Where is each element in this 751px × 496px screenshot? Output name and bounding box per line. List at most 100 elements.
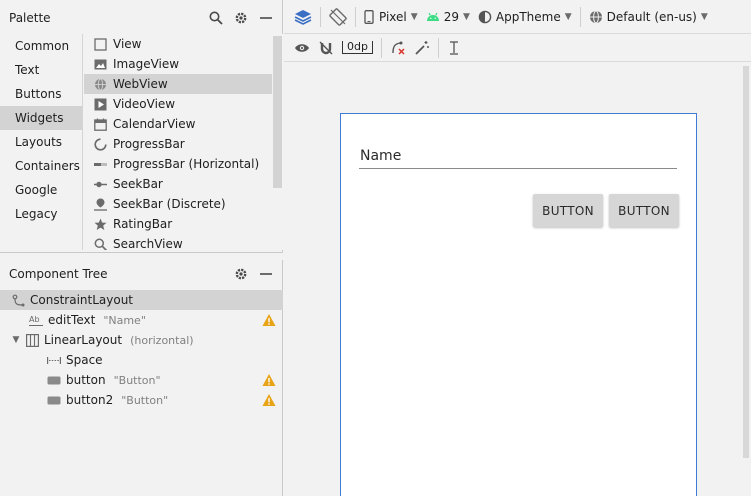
default-margin-value: 0dp	[342, 41, 373, 54]
palette-item-progressbar-horizontal[interactable]: ProgressBar (Horizontal)	[84, 154, 272, 174]
infer-constraints-button[interactable]	[410, 36, 434, 60]
toolbar-separator	[320, 6, 321, 27]
gear-icon[interactable]	[233, 266, 249, 282]
autoconnect-button[interactable]	[314, 36, 338, 60]
tree-node-label: editText	[48, 313, 96, 327]
tree-node-hint: "Name"	[103, 313, 146, 327]
tree-node-button2[interactable]: button2 "Button"	[0, 390, 283, 410]
api-level-selector[interactable]: 29 ▼	[422, 5, 474, 29]
video-icon	[93, 97, 107, 111]
guideline-icon	[449, 40, 458, 55]
view-icon	[93, 37, 107, 51]
left-panel: Palette Common Text Buttons Widgets Layo…	[0, 0, 283, 496]
palette-item-imageview[interactable]: ImageView	[84, 54, 272, 74]
globe-icon	[93, 77, 107, 91]
layers-icon	[294, 9, 312, 25]
category-buttons[interactable]: Buttons	[0, 82, 82, 106]
tree-node-constraintlayout[interactable]: ConstraintLayout	[0, 290, 283, 310]
name-edittext[interactable]: Name	[359, 147, 677, 169]
category-text[interactable]: Text	[0, 58, 82, 82]
category-containers[interactable]: Containers	[0, 154, 82, 178]
api-level-label: 29	[443, 9, 459, 24]
globe-icon	[589, 10, 602, 23]
category-layouts[interactable]: Layouts	[0, 130, 82, 154]
warning-icon[interactable]	[262, 393, 276, 407]
palette-item-searchview[interactable]: SearchView	[84, 234, 272, 250]
panel-divider[interactable]	[0, 252, 283, 260]
tree-node-button[interactable]: button "Button"	[0, 370, 283, 390]
chevron-down-icon: ▼	[700, 11, 708, 22]
palette-item-seekbar-discrete[interactable]: SeekBar (Discrete)	[84, 194, 272, 214]
constraint-layout-icon	[11, 293, 25, 307]
toolbar-separator	[355, 6, 356, 27]
star-icon	[93, 217, 107, 231]
component-tree-header: Component Tree	[0, 260, 283, 288]
button-icon	[47, 393, 61, 407]
palette-item-label: RatingBar	[113, 217, 173, 231]
warning-icon[interactable]	[262, 373, 276, 387]
palette-item-webview[interactable]: WebView	[84, 74, 272, 94]
search-icon[interactable]	[208, 10, 224, 26]
palette-item-label: CalendarView	[113, 117, 196, 131]
palette-item-calendarview[interactable]: CalendarView	[84, 114, 272, 134]
button-icon	[47, 373, 61, 387]
palette-item-seekbar[interactable]: SeekBar	[84, 174, 272, 194]
palette-item-videoview[interactable]: VideoView	[84, 94, 272, 114]
chevron-down-icon: ▼	[462, 11, 470, 22]
tree-node-hint: "Button"	[113, 373, 161, 387]
locale-selector[interactable]: Default (en-us) ▼	[585, 5, 712, 29]
tree-node-edittext[interactable]: Ab editText "Name"	[0, 310, 283, 330]
device-label: Pixel	[379, 9, 407, 24]
tree-node-label: button	[66, 373, 106, 387]
tree-node-label: ConstraintLayout	[30, 293, 134, 307]
tree-node-label: Space	[66, 353, 103, 367]
magnet-off-icon	[319, 41, 333, 54]
svg-text:Ab: Ab	[29, 315, 40, 324]
palette-item-label: SeekBar	[113, 177, 163, 191]
palette-item-label: ProgressBar	[113, 137, 185, 151]
palette-item-progressbar[interactable]: ProgressBar	[84, 134, 272, 154]
category-common[interactable]: Common	[0, 34, 82, 58]
toolbar-separator	[579, 6, 581, 27]
linear-layout-icon	[25, 333, 39, 347]
canvas-scrollbar[interactable]	[739, 62, 751, 496]
gear-icon[interactable]	[233, 10, 249, 26]
device-preview[interactable]: Name BUTTON BUTTON	[340, 113, 697, 496]
layers-button[interactable]	[290, 5, 316, 29]
category-google[interactable]: Google	[0, 178, 82, 202]
tree-node-linearlayout[interactable]: ▼ LinearLayout (horizontal)	[0, 330, 283, 350]
tree-node-space[interactable]: Space	[0, 350, 283, 370]
seekbar-icon	[93, 177, 107, 191]
button2-preview[interactable]: BUTTON	[609, 194, 679, 227]
component-tree: ConstraintLayout Ab editText "Name" ▼ Li…	[0, 290, 283, 410]
chevron-down-icon: ▼	[564, 11, 572, 22]
palette-item-ratingbar[interactable]: RatingBar	[84, 214, 272, 234]
expand-arrow-icon[interactable]: ▼	[11, 335, 21, 345]
device-selector[interactable]: Pixel ▼	[360, 5, 422, 29]
category-legacy[interactable]: Legacy	[0, 202, 82, 226]
warning-icon[interactable]	[262, 313, 276, 327]
minimize-icon[interactable]	[258, 266, 274, 282]
theme-selector[interactable]: AppTheme ▼	[474, 5, 576, 29]
clear-constraints-button[interactable]	[386, 36, 410, 60]
palette-item-label: SearchView	[113, 237, 183, 250]
component-tree-title: Component Tree	[9, 267, 108, 281]
palette-item-view[interactable]: View	[84, 34, 272, 54]
orientation-button[interactable]	[325, 5, 351, 29]
view-options-button[interactable]	[290, 36, 314, 60]
minimize-icon[interactable]	[258, 10, 274, 26]
design-editor: Pixel ▼ 29 ▼ AppTheme ▼ Default (en-us) …	[284, 0, 751, 496]
guidelines-button[interactable]	[443, 36, 465, 60]
scrollbar-thumb[interactable]	[273, 36, 282, 188]
palette-scrollbar[interactable]	[272, 34, 283, 250]
button-preview[interactable]: BUTTON	[533, 194, 603, 227]
palette-categories: Common Text Buttons Widgets Layouts Cont…	[0, 34, 83, 250]
calendar-icon	[93, 117, 107, 131]
scrollbar-thumb[interactable]	[743, 66, 749, 458]
category-widgets[interactable]: Widgets	[0, 106, 82, 130]
palette-item-label: View	[113, 37, 142, 51]
default-margins-button[interactable]: 0dp	[338, 36, 377, 60]
clear-constraints-icon	[392, 41, 405, 55]
tree-node-hint: "Button"	[121, 393, 169, 407]
chevron-down-icon: ▼	[410, 11, 418, 22]
